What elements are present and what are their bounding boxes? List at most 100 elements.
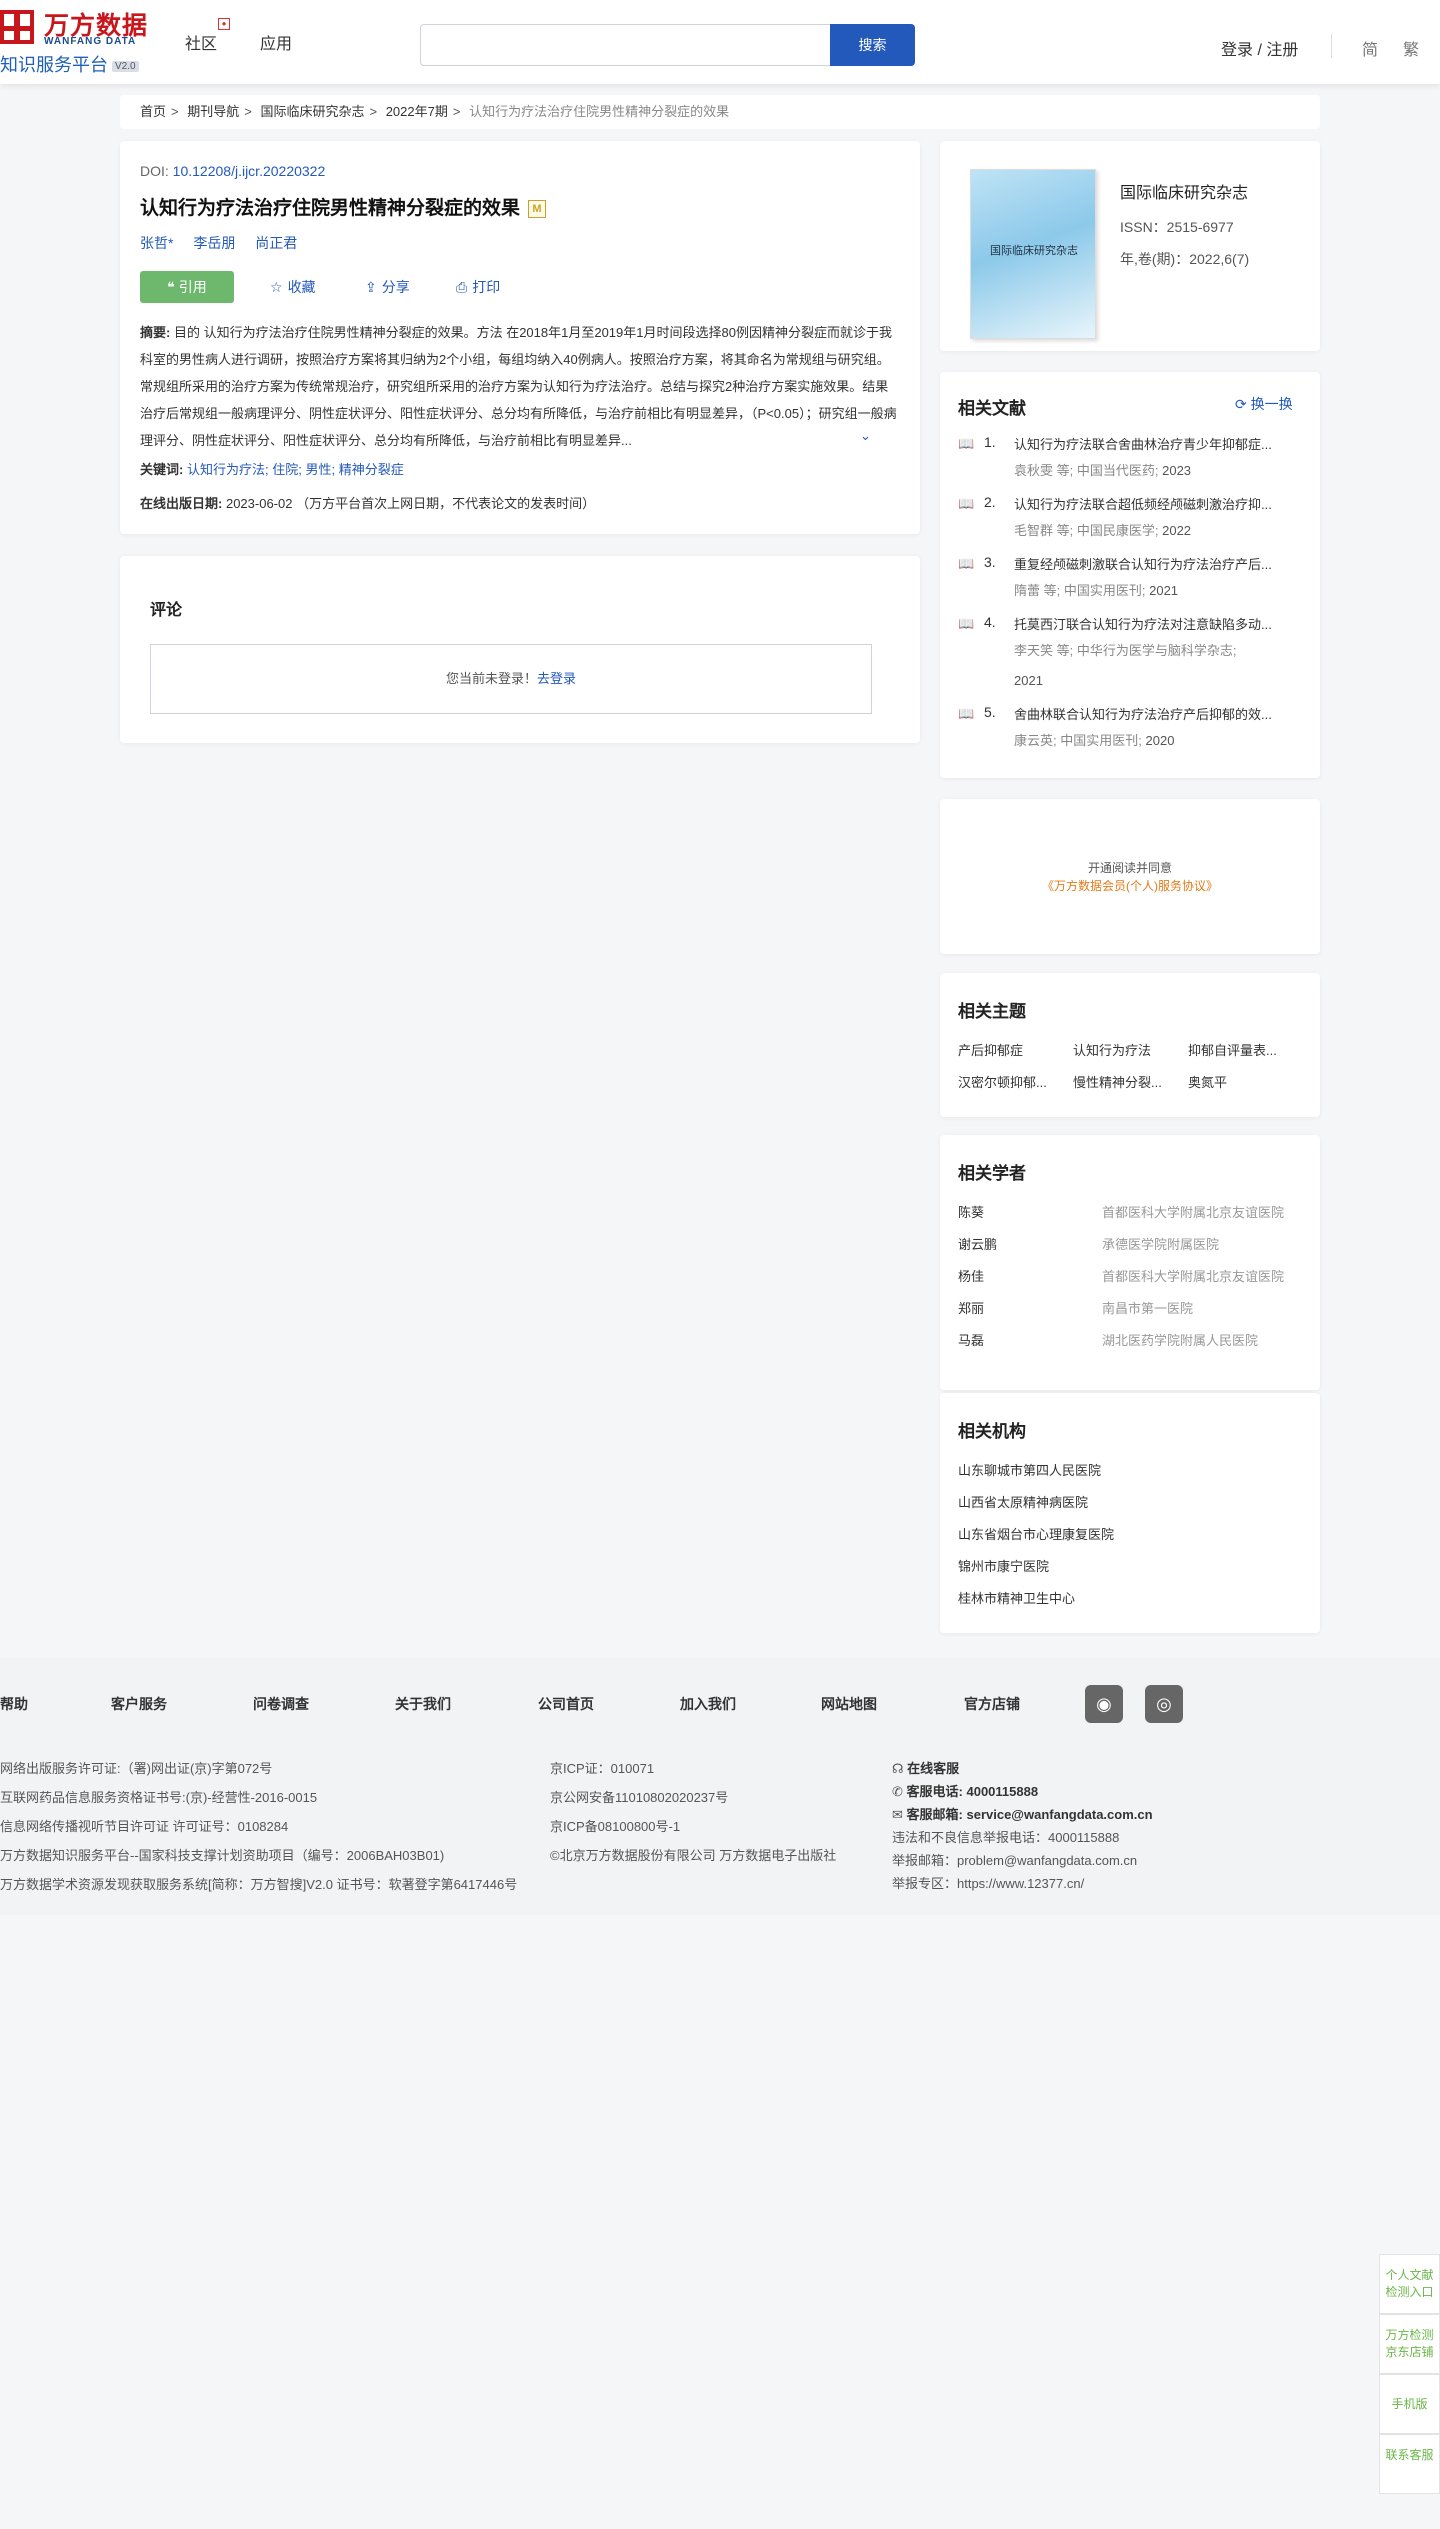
expand-chevron-icon[interactable]: ⌄ bbox=[860, 428, 871, 444]
service-email: ✉ 客服邮箱: service@wanfangdata.com.cn bbox=[892, 1807, 1153, 1822]
related-doc-item[interactable]: 📖 5. 舍曲林联合认知行为疗法治疗产后抑郁的效... 康云英; 中国实用医刊; … bbox=[958, 704, 1318, 760]
scholar-org[interactable]: 南昌市第一医院 bbox=[1102, 1298, 1193, 1317]
scholar-name[interactable]: 陈葵 bbox=[958, 1202, 984, 1221]
cite-button[interactable]: ❝ 引用 bbox=[140, 271, 234, 303]
author-link[interactable]: 李岳朋 bbox=[193, 235, 235, 251]
related-doc-item[interactable]: 📖 3. 重复经颅磁刺激联合认知行为疗法治疗产后... 隋蕾 等; 中国实用医刊;… bbox=[958, 554, 1318, 610]
footer-icp: 京ICP备08100800号-1 bbox=[550, 1819, 681, 1834]
book-icon: 📖 bbox=[958, 556, 975, 571]
scholar-name[interactable]: 杨佳 bbox=[958, 1266, 984, 1285]
author-link[interactable]: 尚正君 bbox=[255, 235, 297, 251]
keyword-link[interactable]: 认知行为疗法; bbox=[187, 462, 269, 477]
scholar-name[interactable]: 谢云鹏 bbox=[958, 1234, 997, 1253]
journal-name[interactable]: 国际临床研究杂志 bbox=[1120, 179, 1248, 203]
top-header: 万方数据 WANFANG DATA 知识服务平台 V2.0 社区 ● 应用 搜索 … bbox=[0, 0, 1440, 84]
journal-cover[interactable]: 国际临床研究杂志 bbox=[970, 169, 1096, 339]
weibo-icon[interactable]: ◉ bbox=[1085, 1685, 1123, 1723]
phone-icon: ✆ bbox=[892, 1784, 907, 1799]
report-phone: 违法和不良信息举报电话：4000115888 bbox=[892, 1830, 1120, 1845]
org-link[interactable]: 桂林市精神卫生中心 bbox=[958, 1588, 1075, 1607]
breadcrumb-sep: > bbox=[171, 104, 179, 119]
scholar-name[interactable]: 郑丽 bbox=[958, 1298, 984, 1317]
side-mobile[interactable]: 手机版 bbox=[1379, 2374, 1440, 2434]
breadcrumb-journal[interactable]: 国际临床研究杂志 bbox=[260, 104, 364, 119]
breadcrumb-journal-nav[interactable]: 期刊导航 bbox=[187, 104, 239, 119]
scholars-title: 相关学者 bbox=[958, 1164, 1026, 1183]
refresh-button[interactable]: ⟳ 换一换 bbox=[1235, 394, 1293, 414]
org-link[interactable]: 山西省太原精神病医院 bbox=[958, 1492, 1088, 1511]
footer-link-join[interactable]: 加入我们 bbox=[680, 1694, 736, 1714]
breadcrumb-home[interactable]: 首页 bbox=[140, 104, 166, 119]
related-docs-title: 相关文献 bbox=[958, 399, 1026, 418]
nav-community[interactable]: 社区 bbox=[185, 30, 217, 54]
m-badge-icon: M bbox=[528, 199, 547, 218]
side-contact[interactable]: 联系客服 bbox=[1379, 2434, 1440, 2494]
journal-card: 国际临床研究杂志 国际临床研究杂志 ISSN：2515-6977 年,卷(期)：… bbox=[940, 141, 1320, 351]
topic-link[interactable]: 慢性精神分裂... bbox=[1073, 1072, 1183, 1091]
doi-link[interactable]: 10.12208/j.ijcr.20220322 bbox=[173, 163, 326, 179]
side-jd-store[interactable]: 万方检测京东店铺 bbox=[1379, 2314, 1440, 2374]
lang-simplified[interactable]: 简 bbox=[1362, 36, 1378, 60]
topic-link[interactable]: 认知行为疗法 bbox=[1073, 1040, 1183, 1059]
related-doc-item[interactable]: 📖 2. 认知行为疗法联合超低频经颅磁刺激治疗抑... 毛智群 等; 中国民康医学… bbox=[958, 494, 1318, 550]
breadcrumb-sep: > bbox=[244, 104, 252, 119]
footer-link-survey[interactable]: 问卷调查 bbox=[253, 1694, 309, 1714]
scholar-org[interactable]: 承德医学院附属医院 bbox=[1102, 1234, 1219, 1253]
topic-link[interactable]: 汉密尔顿抑郁... bbox=[958, 1072, 1068, 1091]
breadcrumb: 首页 > 期刊导航 > 国际临床研究杂志 > 2022年7期 > 认知行为疗法治疗住院男… bbox=[120, 95, 1320, 129]
side-personal-check[interactable]: 个人文献检测入口 bbox=[1379, 2254, 1440, 2314]
lang-traditional[interactable]: 繁 bbox=[1403, 36, 1419, 60]
report-zone[interactable]: 举报专区：https://www.12377.cn/ bbox=[892, 1873, 1084, 1892]
login-register-link[interactable]: 登录 / 注册 bbox=[1221, 36, 1298, 60]
topic-link[interactable]: 抑郁自评量表... bbox=[1188, 1040, 1298, 1059]
logo-mark-icon bbox=[0, 10, 34, 44]
topic-link[interactable]: 产后抑郁症 bbox=[958, 1040, 1068, 1059]
service-phone: ✆ 客服电话: 4000115888 bbox=[892, 1784, 1039, 1799]
site-logo[interactable]: 万方数据 WANFANG DATA 知识服务平台 V2.0 bbox=[0, 6, 160, 75]
journal-issn: ISSN：2515-6977 bbox=[1120, 219, 1234, 235]
nav-apps[interactable]: 应用 bbox=[260, 30, 292, 54]
share-icon: ⇪ bbox=[365, 279, 377, 295]
org-link[interactable]: 山东聊城市第四人民医院 bbox=[958, 1460, 1101, 1479]
footer-link-home[interactable]: 公司首页 bbox=[538, 1694, 594, 1714]
share-button[interactable]: ⇪ 分享 bbox=[365, 277, 410, 297]
breadcrumb-issue[interactable]: 2022年7期 bbox=[386, 104, 448, 119]
footer-link-store[interactable]: 官方店铺 bbox=[964, 1694, 1020, 1714]
footer-link-about[interactable]: 关于我们 bbox=[395, 1694, 451, 1714]
footer-copyright: ©北京万方数据股份有限公司 万方数据电子出版社 bbox=[550, 1848, 837, 1863]
keyword-link[interactable]: 精神分裂症 bbox=[339, 462, 404, 477]
keyword-link[interactable]: 男性; bbox=[305, 462, 335, 477]
logo-text-en: WANFANG DATA bbox=[44, 36, 137, 47]
scholar-name[interactable]: 马磊 bbox=[958, 1330, 984, 1349]
footer-link-sitemap[interactable]: 网站地图 bbox=[821, 1694, 877, 1714]
breadcrumb-sep: > bbox=[369, 104, 378, 119]
footer-license: 互联网药品信息服务资格证书号:(京)-经营性-2016-0015 bbox=[0, 1790, 318, 1805]
breadcrumb-current: 认知行为疗法治疗住院男性精神分裂症的效果 bbox=[469, 104, 730, 119]
scholar-org[interactable]: 首都医科大学附属北京友谊医院 bbox=[1102, 1266, 1284, 1285]
org-link[interactable]: 山东省烟台市心理康复医院 bbox=[958, 1524, 1114, 1543]
footer-link-help[interactable]: 帮助 bbox=[0, 1694, 28, 1714]
related-docs-card: 相关文献 ⟳ 换一换 📖 1. 认知行为疗法联合舍曲林治疗青少年抑郁症... 袁秋… bbox=[940, 372, 1320, 778]
scholar-org[interactable]: 首都医科大学附属北京友谊医院 bbox=[1102, 1202, 1284, 1221]
online-service-link[interactable]: ☊ 在线客服 bbox=[892, 1758, 959, 1777]
keyword-link[interactable]: 住院; bbox=[272, 462, 302, 477]
related-doc-item[interactable]: 📖 4. 托莫西汀联合认知行为疗法对注意缺陷多动... 李天笑 等; 中华行为医学… bbox=[958, 614, 1318, 700]
related-doc-item[interactable]: 📖 1. 认知行为疗法联合舍曲林治疗青少年抑郁症... 袁秋雯 等; 中国当代医药… bbox=[958, 434, 1318, 490]
topic-link[interactable]: 奥氮平 bbox=[1188, 1072, 1298, 1091]
go-login-link[interactable]: 去登录 bbox=[537, 671, 576, 686]
community-badge-icon: ● bbox=[218, 18, 230, 30]
article-title: 认知行为疗法治疗住院男性精神分裂症的效果 M bbox=[140, 193, 547, 220]
print-button[interactable]: ⎙ 打印 bbox=[456, 277, 500, 297]
comments-title: 评论 bbox=[150, 602, 183, 619]
favorite-button[interactable]: ☆ 收藏 bbox=[270, 277, 316, 297]
footer-link-service[interactable]: 客户服务 bbox=[111, 1694, 167, 1714]
service-agreement-link[interactable]: 《万方数据会员(个人)服务协议》 bbox=[940, 877, 1320, 894]
org-link[interactable]: 锦州市康宁医院 bbox=[958, 1556, 1049, 1575]
quote-icon: ❝ bbox=[167, 279, 179, 295]
refresh-icon: ⟳ bbox=[1235, 396, 1251, 412]
search-button[interactable]: 搜索 bbox=[830, 24, 915, 66]
author-link[interactable]: 张哲* bbox=[140, 235, 173, 251]
book-icon: 📖 bbox=[958, 436, 975, 451]
wechat-icon[interactable]: ◎ bbox=[1145, 1685, 1183, 1723]
scholar-org[interactable]: 湖北医药学院附属人民医院 bbox=[1102, 1330, 1258, 1349]
